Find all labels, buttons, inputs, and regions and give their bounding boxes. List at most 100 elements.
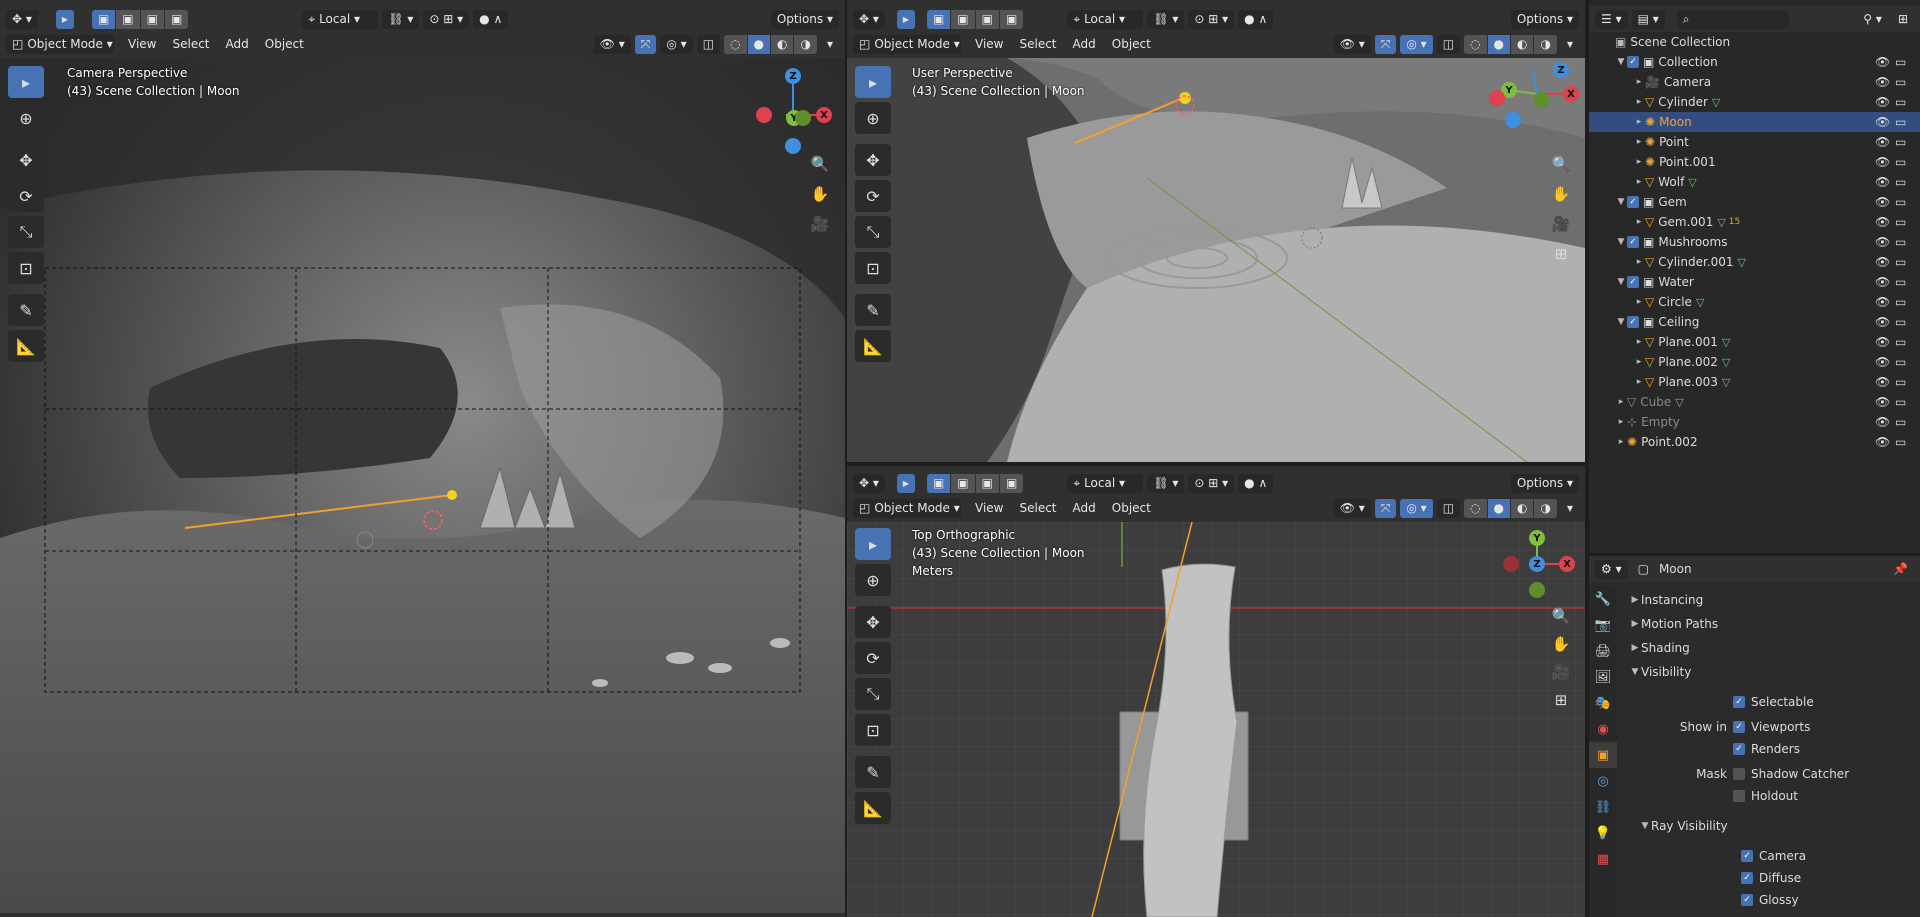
pivot-select[interactable]: ⛓ ▾	[1147, 9, 1185, 29]
select-tool-button[interactable]: ▸	[896, 473, 915, 493]
xray-toggle[interactable]: ◫	[1436, 34, 1461, 54]
gizmo-negx-axis-icon[interactable]	[1503, 556, 1519, 572]
mesh-data-icon[interactable]: ▽	[1722, 336, 1730, 349]
select-extend-icon[interactable]: ▣	[951, 473, 975, 493]
navigation-gizmo[interactable]: Z X Y	[1489, 62, 1579, 154]
subpanel-ray-visibility[interactable]: ▼ Ray Visibility	[1619, 814, 1920, 838]
render-camera-icon[interactable]: ▭	[1895, 235, 1906, 249]
pan-hand-icon[interactable]: ✋	[1547, 180, 1575, 208]
gizmo-y-axis-icon[interactable]: Y	[1529, 530, 1545, 546]
expand-chevron-icon[interactable]: ▼	[1615, 237, 1627, 247]
mesh-data-icon[interactable]: ▽	[1738, 256, 1746, 269]
selectable-row[interactable]: ✓ Selectable	[1619, 690, 1920, 714]
ortho-grid-icon[interactable]: ⊞	[1547, 686, 1575, 714]
select-new-icon[interactable]: ▣	[91, 9, 116, 29]
annotate-tool-icon[interactable]: ✎	[8, 294, 44, 326]
gizmo-negx-axis-icon[interactable]	[756, 107, 772, 123]
outliner-row[interactable]: ▸ ▽ Cube ▽ 👁 ▭	[1589, 392, 1920, 412]
viewports-checkbox[interactable]: ✓	[1733, 721, 1745, 733]
mesh-data-icon[interactable]: ▽	[1722, 376, 1730, 389]
rendered-shading-icon[interactable]: ◑	[1534, 34, 1557, 54]
expand-chevron-icon[interactable]: ▸	[1633, 77, 1645, 87]
options-button[interactable]: Options ▾	[1510, 9, 1579, 29]
panel-visibility[interactable]: ▼ Visibility	[1619, 660, 1920, 684]
data-tab-icon[interactable]: 💡	[1589, 820, 1617, 846]
visibility-eye-icon[interactable]: 👁	[1875, 95, 1890, 109]
top-orthographic-viewport[interactable]: Top Orthographic (43) Scene Collection |…	[847, 522, 1585, 917]
gizmo-negy-axis-icon[interactable]	[1529, 582, 1545, 598]
expand-chevron-icon[interactable]: ▼	[1615, 317, 1627, 327]
rotate-tool-icon[interactable]: ⟳	[855, 642, 891, 674]
material-shading-icon[interactable]: ◐	[771, 34, 794, 54]
mesh-data-icon[interactable]: ▽	[1675, 396, 1683, 409]
outliner-row[interactable]: ▼ ✓ ▣ Ceiling 👁 ▭	[1589, 312, 1920, 332]
overlay-toggle[interactable]: ◎ ▾	[660, 34, 693, 54]
select-subtract-icon[interactable]: ▣	[975, 9, 999, 29]
mesh-data-icon[interactable]: ▽	[1688, 176, 1696, 189]
exclude-checkbox[interactable]: ✓	[1627, 56, 1639, 68]
expand-chevron-icon[interactable]: ▸	[1633, 117, 1645, 127]
options-button[interactable]: Options ▾	[1510, 473, 1579, 493]
move-tool-icon[interactable]: ✥	[855, 606, 891, 638]
render-camera-icon[interactable]: ▭	[1895, 95, 1906, 109]
exclude-checkbox[interactable]: ✓	[1627, 236, 1639, 248]
visibility-eye-icon[interactable]: 👁	[1875, 215, 1890, 229]
gizmo-toggle[interactable]: ⤧	[634, 34, 657, 54]
expand-chevron-icon[interactable]: ▼	[1615, 197, 1627, 207]
scale-tool-icon[interactable]: ⤡	[855, 678, 891, 710]
render-camera-icon[interactable]: ▭	[1895, 375, 1906, 389]
search-input[interactable]: ⌕	[1676, 9, 1789, 29]
gizmo-toggle[interactable]: ⤧	[1374, 34, 1397, 54]
visibility-eye-icon[interactable]: 👁	[1875, 155, 1890, 169]
annotate-tool-icon[interactable]: ✎	[855, 294, 891, 326]
visibility-eye-icon[interactable]: 👁	[1875, 55, 1890, 69]
visibility-eye-icon[interactable]: 👁	[1875, 375, 1890, 389]
panel-shading[interactable]: ▶ Shading	[1619, 636, 1920, 660]
object-mode-select[interactable]: ◰ Object Mode ▾	[6, 34, 114, 54]
rotate-tool-icon[interactable]: ⟳	[8, 180, 44, 212]
visibility-eye-icon[interactable]: 👁	[1875, 135, 1890, 149]
diffuse-ray-checkbox[interactable]: ✓	[1741, 872, 1753, 884]
outliner-row[interactable]: ▼ ✓ ▣ Water 👁 ▭	[1589, 272, 1920, 292]
scene-tab-icon[interactable]: 🎭	[1589, 690, 1617, 716]
gizmo-negy-axis-icon[interactable]	[795, 110, 811, 126]
visibility-filter-button[interactable]: 👁 ▾	[1333, 34, 1371, 54]
outliner-row[interactable]: ▸ ✺ Point 👁 ▭	[1589, 132, 1920, 152]
object-tab-icon[interactable]: ▣	[1589, 742, 1617, 768]
menu-view[interactable]: View	[122, 35, 162, 54]
visibility-eye-icon[interactable]: 👁	[1875, 115, 1890, 129]
output-tab-icon[interactable]: 🖨	[1589, 638, 1617, 664]
zoom-icon[interactable]: 🔍	[1547, 602, 1575, 630]
selectable-checkbox[interactable]: ✓	[1733, 696, 1745, 708]
shading-options-chevron-icon[interactable]: ▾	[1561, 499, 1579, 518]
scale-tool-icon[interactable]: ⤡	[8, 216, 44, 248]
select-box-tool-icon[interactable]: ▸	[8, 66, 44, 98]
glossy-ray-row[interactable]: ✓ Glossy	[1619, 888, 1920, 912]
select-tool-button[interactable]: ▸	[896, 9, 915, 29]
menu-add[interactable]: Add	[1067, 35, 1102, 54]
outliner-row[interactable]: ▼ ✓ ▣ Collection 👁 ▭	[1589, 52, 1920, 72]
material-shading-icon[interactable]: ◐	[1511, 34, 1534, 54]
menu-object[interactable]: Object	[1106, 35, 1157, 54]
expand-chevron-icon[interactable]: ▸	[1615, 437, 1627, 447]
camera-ray-checkbox[interactable]: ✓	[1741, 850, 1753, 862]
transform-tool-icon[interactable]: ⊡	[8, 252, 44, 284]
diffuse-ray-row[interactable]: ✓ Diffuse	[1619, 866, 1920, 890]
outliner-row[interactable]: ▸ ▽ Cylinder ▽ 👁 ▭	[1589, 92, 1920, 112]
select-intersect-icon[interactable]: ▣	[164, 9, 189, 29]
select-tool-button[interactable]: ▸	[55, 9, 74, 29]
camera-perspective-viewport[interactable]: Camera Perspective (43) Scene Collection…	[0, 58, 845, 913]
panel-motion-paths[interactable]: ▶ Motion Paths	[1619, 612, 1920, 636]
gizmo-x-axis-icon[interactable]: X	[816, 107, 832, 123]
editor-type-button[interactable]: ✥ ▾	[853, 473, 885, 493]
expand-chevron-icon[interactable]: ▸	[1615, 397, 1627, 407]
scale-tool-icon[interactable]: ⤡	[855, 216, 891, 248]
outliner-row[interactable]: ▼ ✓ ▣ Gem 👁 ▭	[1589, 192, 1920, 212]
outliner-row[interactable]: ▸ ▽ Plane.002 ▽ 👁 ▭	[1589, 352, 1920, 372]
outliner-row-scene-collection[interactable]: ▣ Scene Collection	[1589, 32, 1920, 52]
object-mode-select[interactable]: ◰ Object Mode ▾	[853, 34, 961, 54]
pivot-select[interactable]: ⛓ ▾	[382, 9, 420, 29]
physics-tab-icon[interactable]: ◎	[1589, 768, 1617, 794]
visibility-eye-icon[interactable]: 👁	[1875, 255, 1890, 269]
menu-select[interactable]: Select	[1013, 35, 1062, 54]
